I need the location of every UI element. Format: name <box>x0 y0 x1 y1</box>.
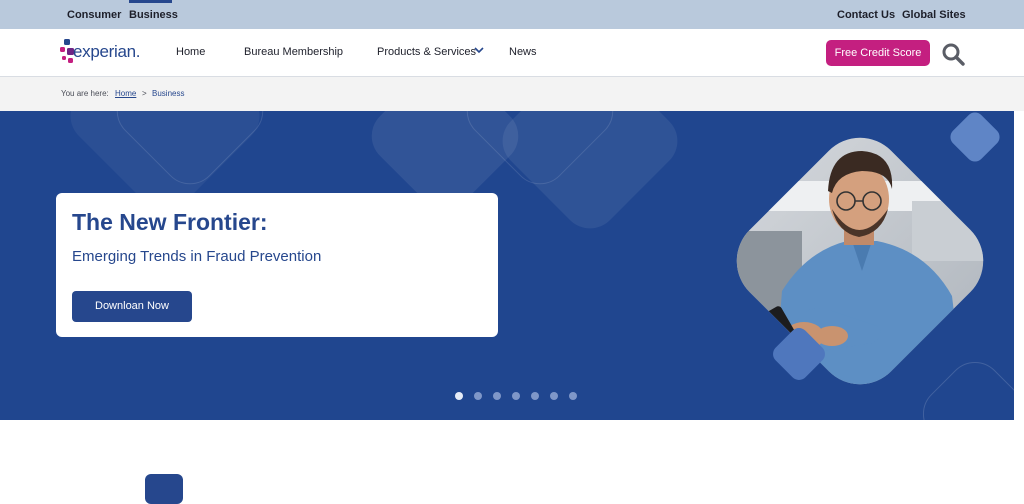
carousel-dot-2[interactable] <box>474 392 482 400</box>
chevron-down-icon[interactable] <box>473 45 485 55</box>
logo-dot <box>62 56 66 60</box>
hero-title: The New Frontier: <box>72 209 268 235</box>
nav-home[interactable]: Home <box>176 46 205 58</box>
breadcrumb-current: Business <box>152 89 185 98</box>
carousel-dot-7[interactable] <box>569 392 577 400</box>
hero-subtitle: Emerging Trends in Fraud Prevention <box>72 248 322 265</box>
experian-logo[interactable]: experian. <box>60 37 141 69</box>
main-navigation: experian. Home Bureau Membership Product… <box>0 29 1024 77</box>
breadcrumb-home-link[interactable]: Home <box>115 89 136 98</box>
carousel-dot-5[interactable] <box>531 392 539 400</box>
logo-dot <box>60 47 65 52</box>
carousel-dot-3[interactable] <box>493 392 501 400</box>
active-indicator <box>129 0 172 3</box>
free-credit-score-button[interactable]: Free Credit Score <box>826 40 930 66</box>
hero-card: The New Frontier: Emerging Trends in Fra… <box>56 193 498 337</box>
hero-carousel: The New Frontier: Emerging Trends in Fra… <box>0 111 1014 420</box>
carousel-dot-1[interactable] <box>455 392 463 400</box>
search-icon[interactable] <box>941 42 965 66</box>
section-icon-shape <box>145 474 183 504</box>
breadcrumb: You are here: Home > Business <box>0 77 1024 111</box>
breadcrumb-prefix: You are here: <box>61 89 109 98</box>
nav-products-services[interactable]: Products & Services <box>377 46 476 58</box>
breadcrumb-separator: > <box>142 89 147 98</box>
contact-us-link[interactable]: Contact Us <box>837 9 895 21</box>
carousel-dot-4[interactable] <box>512 392 520 400</box>
nav-news[interactable]: News <box>509 46 537 58</box>
logo-dot <box>64 39 70 45</box>
hero-photo <box>718 121 1002 403</box>
download-now-button[interactable]: Downloan Now <box>72 291 192 322</box>
logo-wordmark: experian. <box>73 42 141 61</box>
nav-bureau-membership[interactable]: Bureau Membership <box>244 46 343 58</box>
top-utility-bar: Consumer Business Contact Us Global Site… <box>0 0 1024 29</box>
business-link[interactable]: Business <box>129 9 178 21</box>
carousel-dot-6[interactable] <box>550 392 558 400</box>
global-sites-link[interactable]: Global Sites <box>902 9 966 21</box>
consumer-link[interactable]: Consumer <box>67 9 121 21</box>
